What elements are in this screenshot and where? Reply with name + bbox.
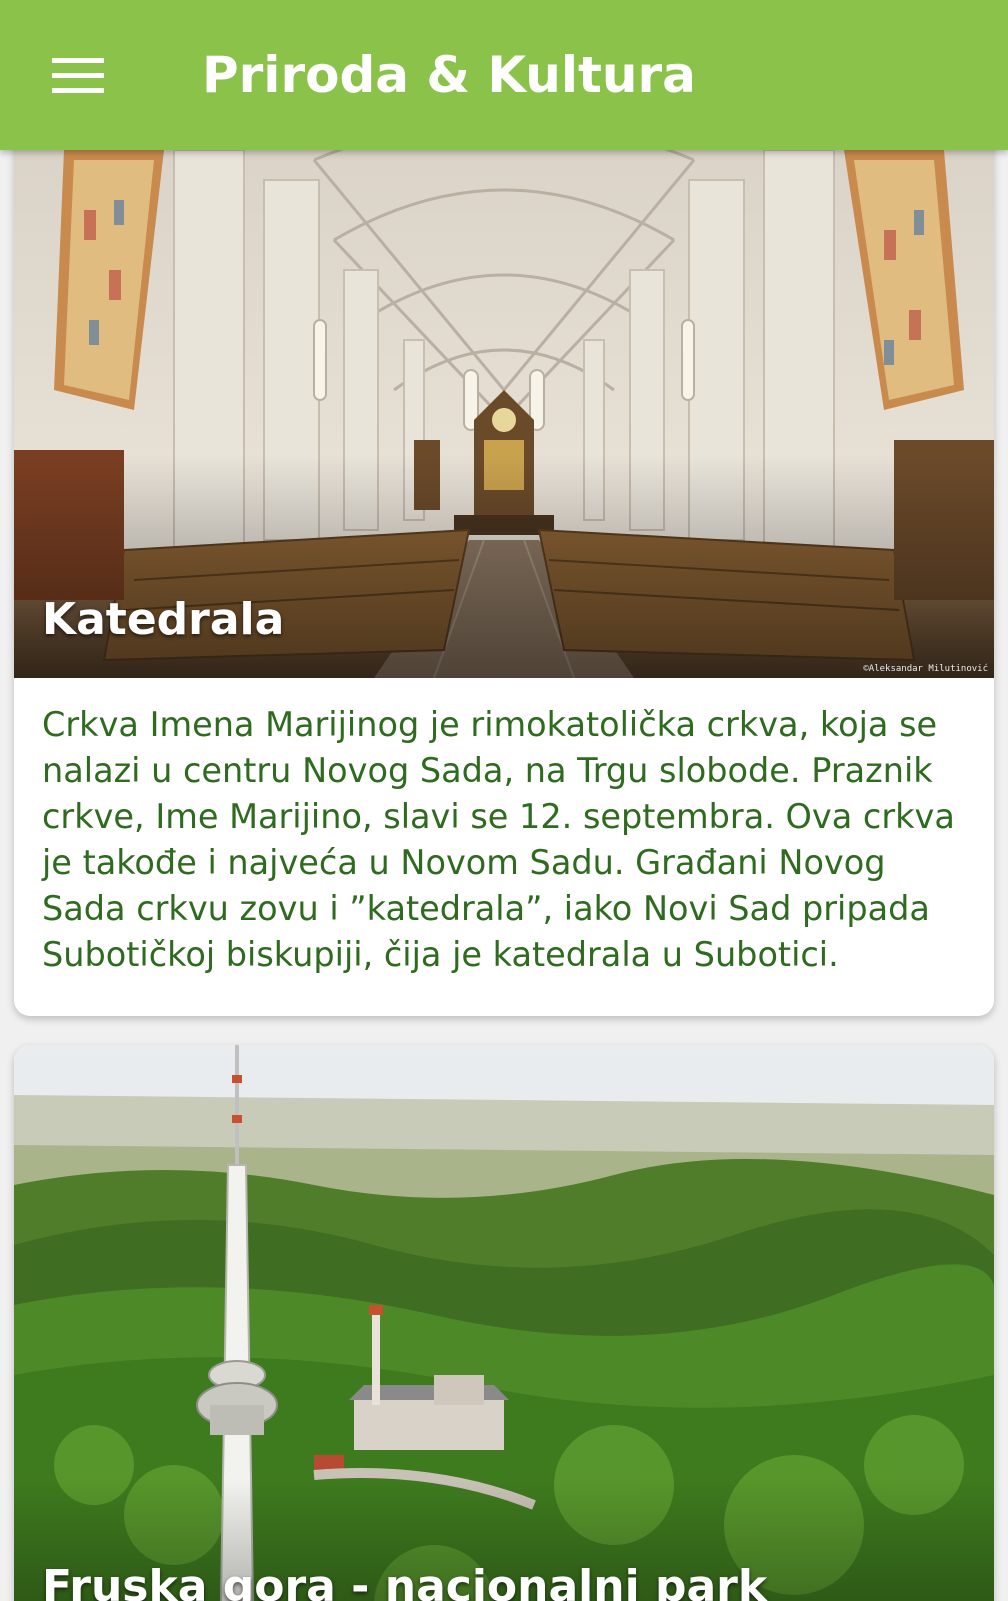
content-list[interactable]: Katedrala ©Aleksandar Milutinović Crkva … [0, 150, 1008, 1601]
photo-credit: ©Aleksandar Milutinović [863, 664, 988, 674]
fruska-gora-aerial-image: Fruska gora - nacionalni park [14, 1045, 994, 1601]
card-title: Katedrala [42, 594, 285, 645]
app-bar: Priroda & Kultura [0, 0, 1008, 150]
card-description: Crkva Imena Marijinog je rimokatolička c… [42, 705, 955, 974]
menu-button[interactable] [34, 40, 122, 112]
hamburger-menu-icon [52, 58, 104, 93]
card-title: Fruska gora - nacionalni park [42, 1561, 768, 1601]
place-card-katedrala[interactable]: Katedrala ©Aleksandar Milutinović Crkva … [14, 150, 994, 1016]
cathedral-interior-image: Katedrala ©Aleksandar Milutinović [14, 150, 994, 678]
place-card-fruska-gora[interactable]: Fruska gora - nacionalni park [14, 1045, 994, 1601]
app-title: Priroda & Kultura [202, 46, 696, 104]
